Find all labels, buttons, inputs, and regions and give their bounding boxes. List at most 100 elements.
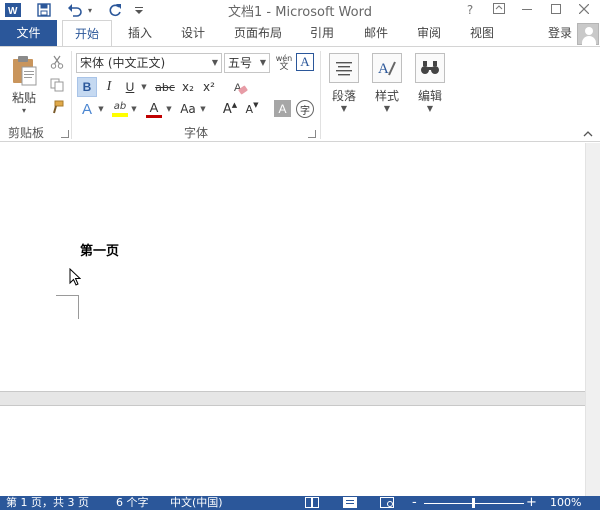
copy-icon[interactable] — [48, 76, 66, 94]
phonetic-guide-button[interactable]: wén 文 — [274, 52, 294, 74]
shrink-arrow-icon: ▼ — [253, 101, 259, 109]
text-effects-dropdown-icon[interactable]: ▼ — [97, 99, 105, 119]
help-button[interactable]: ? — [459, 1, 481, 19]
user-avatar-icon[interactable] — [577, 23, 599, 45]
paste-button[interactable]: 粘贴 ▾ — [6, 53, 42, 117]
superscript-glyph: x² — [203, 80, 215, 94]
mouse-pointer-icon — [69, 267, 82, 289]
tab-home[interactable]: 开始 — [62, 20, 112, 48]
grow-font-glyph: A — [222, 101, 232, 117]
text-effects-button[interactable]: A — [77, 99, 97, 119]
svg-text:A: A — [378, 61, 389, 77]
chevron-down-icon: ▼ — [426, 104, 434, 113]
format-painter-icon[interactable] — [48, 98, 66, 116]
tab-page-layout[interactable]: 页面布局 — [226, 20, 290, 47]
highlight-button[interactable]: ab — [110, 99, 130, 119]
page-break-gap — [0, 391, 585, 406]
zoom-out-button[interactable]: - — [412, 496, 417, 510]
paragraph-button[interactable]: 段落 ▼ — [324, 51, 364, 121]
grow-font-button[interactable]: A ▲ — [220, 99, 240, 119]
grow-arrow-icon: ▲ — [231, 101, 238, 109]
collapse-ribbon-icon[interactable] — [583, 127, 593, 140]
svg-text:W: W — [8, 6, 18, 17]
margin-corner-mark — [56, 295, 79, 319]
character-shading-glyph: A — [278, 101, 287, 116]
vertical-scrollbar[interactable] — [585, 143, 600, 496]
editing-button[interactable]: 编辑 ▼ — [410, 51, 450, 121]
language-status[interactable]: 中文(中国) — [170, 496, 223, 510]
change-case-button[interactable]: Aa — [177, 99, 199, 119]
print-layout-icon[interactable] — [343, 497, 357, 510]
document-area[interactable]: 第一页 — [0, 143, 600, 496]
clipboard-dialog-launcher-icon[interactable] — [61, 130, 69, 138]
character-shading-button[interactable]: A — [274, 100, 291, 117]
cut-icon[interactable] — [48, 53, 66, 71]
font-color-dropdown-icon[interactable]: ▼ — [165, 99, 173, 119]
read-mode-icon[interactable] — [305, 497, 319, 510]
underline-dropdown-icon[interactable]: ▼ — [140, 77, 148, 97]
tab-review[interactable]: 审阅 — [405, 20, 453, 47]
styles-button[interactable]: A 样式 ▼ — [367, 51, 407, 121]
italic-button[interactable]: I — [99, 77, 119, 97]
save-icon[interactable] — [35, 1, 53, 19]
font-name-combo[interactable]: 宋体 (中文正文) ▼ — [76, 53, 222, 73]
undo-icon[interactable] — [64, 1, 86, 19]
tab-insert[interactable]: 插入 — [116, 20, 164, 47]
page-1-text[interactable]: 第一页 — [80, 240, 119, 259]
page-count-status[interactable]: 第 1 页，共 3 页 — [6, 496, 89, 510]
strikethrough-button[interactable]: abc — [152, 77, 178, 97]
zoom-slider[interactable] — [424, 496, 524, 510]
zoom-level[interactable]: 100% — [550, 496, 581, 510]
text-effects-glyph: A — [81, 100, 92, 118]
font-color-button[interactable]: A — [144, 99, 164, 119]
chevron-down-icon: ▼ — [383, 104, 391, 113]
undo-dropdown-icon[interactable]: ▾ — [86, 1, 94, 19]
paragraph-icon — [329, 53, 359, 83]
font-color-glyph: A — [149, 99, 159, 115]
tab-view[interactable]: 视图 — [458, 20, 506, 47]
word-count-status[interactable]: 6 个字 — [116, 496, 149, 510]
redo-icon[interactable] — [106, 1, 124, 19]
char-border-button[interactable]: A — [296, 53, 314, 71]
bold-button[interactable]: B — [77, 77, 97, 97]
tab-file[interactable]: 文件 — [0, 20, 57, 47]
sign-in-link[interactable]: 登录 — [548, 20, 572, 47]
font-dialog-launcher-icon[interactable] — [308, 130, 316, 138]
web-layout-icon[interactable] — [380, 497, 394, 510]
close-icon[interactable] — [573, 1, 595, 19]
word-app-icon[interactable]: W — [4, 1, 22, 19]
subscript-glyph: x₂ — [182, 80, 194, 94]
subscript-button[interactable]: x₂ — [178, 77, 198, 97]
tab-mailings[interactable]: 邮件 — [352, 20, 400, 47]
document-page-1[interactable]: 第一页 — [0, 143, 585, 391]
chevron-down-icon: ▼ — [259, 58, 266, 67]
clipboard-group-label: 剪贴板 — [7, 126, 44, 140]
ribbon-display-options-icon[interactable] — [488, 1, 510, 19]
enclose-characters-button[interactable]: 字 — [296, 100, 314, 118]
paste-dropdown-icon[interactable]: ▾ — [22, 106, 26, 115]
paste-icon — [13, 56, 37, 86]
strikethrough-glyph: abc — [155, 80, 175, 94]
group-separator — [71, 51, 72, 139]
superscript-button[interactable]: x² — [199, 77, 219, 97]
zoom-slider-thumb[interactable] — [472, 498, 475, 508]
font-color-bar — [146, 114, 162, 118]
font-size-combo[interactable]: 五号 ▼ — [224, 53, 270, 73]
zoom-in-button[interactable]: + — [526, 496, 537, 510]
clear-formatting-icon[interactable]: A — [230, 77, 250, 97]
highlight-dropdown-icon[interactable]: ▼ — [130, 99, 138, 119]
status-bar: 第 1 页，共 3 页 6 个字 中文(中国) - + 100% — [0, 496, 600, 510]
title-bar: W ▾ 文档1 - Microsoft Word ? — [0, 0, 600, 20]
tab-design[interactable]: 设计 — [168, 20, 218, 47]
change-case-dropdown-icon[interactable]: ▼ — [199, 99, 207, 119]
document-page-2[interactable] — [0, 406, 585, 478]
underline-button[interactable]: U — [120, 77, 140, 97]
font-name-value: 宋体 (中文正文) — [80, 56, 166, 70]
maximize-icon[interactable] — [545, 1, 567, 19]
minimize-icon[interactable] — [516, 1, 538, 19]
italic-glyph: I — [106, 79, 112, 94]
customize-quick-access-icon[interactable] — [133, 1, 145, 19]
tab-references[interactable]: 引用 — [298, 20, 346, 47]
editing-label: 编辑 — [417, 89, 442, 103]
shrink-font-button[interactable]: A ▼ — [242, 99, 262, 119]
